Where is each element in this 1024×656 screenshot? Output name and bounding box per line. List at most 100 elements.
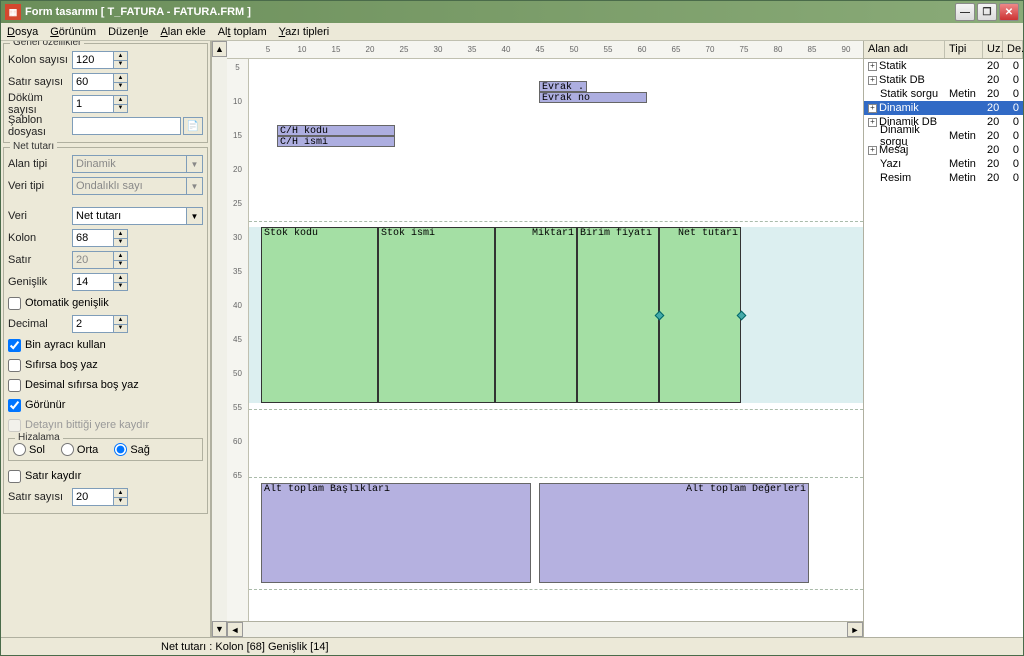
expand-icon[interactable]: + (868, 104, 877, 113)
sifirsa-check[interactable] (8, 359, 21, 372)
chevron-down-icon: ▼ (186, 178, 202, 194)
group-net-tutari: Net tutarı Alan tipiDinamik▼ Veri tipiOn… (3, 147, 208, 514)
maximize-button[interactable]: ❐ (977, 3, 997, 21)
satir-sayisi2-input[interactable]: 20 (72, 488, 114, 506)
horizontal-scrollbar[interactable]: ◄► (227, 621, 863, 637)
genislik-spin[interactable]: ▲▼ (114, 273, 128, 291)
field-type-row[interactable]: +Mesaj200 (864, 143, 1023, 157)
field-ch-kodu[interactable]: C/H kodu (277, 125, 395, 136)
veri-tipi-select: Ondalıklı sayı▼ (72, 177, 203, 195)
minimize-button[interactable]: — (955, 3, 975, 21)
field-type-row[interactable]: Statik sorguMetin200 (864, 87, 1023, 101)
field-type-row[interactable]: +Statik200 (864, 59, 1023, 73)
menu-dosya[interactable]: Dosya (7, 26, 38, 38)
menu-alan-ekle[interactable]: Alan ekle (160, 26, 205, 38)
kolon-sayisi-input[interactable]: 120 (72, 51, 114, 69)
field-evrak2[interactable]: Evrak no (539, 92, 647, 103)
otomatik-genislik-check[interactable] (8, 297, 21, 310)
align-sol-radio[interactable] (13, 443, 26, 456)
desimal-sifirsa-check[interactable] (8, 379, 21, 392)
properties-panel: Genel özellikler Kolon sayısı120▲▼ Satır… (1, 41, 211, 637)
dokum-sayisi-spin[interactable]: ▲▼ (114, 95, 128, 113)
kolon-sayisi-spin[interactable]: ▲▼ (114, 51, 128, 69)
expand-icon[interactable]: + (868, 62, 877, 71)
vertical-ruler: 5101520253035404550556065 (227, 59, 249, 621)
field-ch-ismi[interactable]: C/H ismi (277, 136, 395, 147)
field-alt-baslik[interactable]: Alt toplam Başlıkları (261, 483, 531, 583)
band-line (249, 589, 863, 590)
app-icon: ▦ (5, 4, 21, 20)
kolon-spin[interactable]: ▲▼ (114, 229, 128, 247)
veri-tipi-label: Veri tipi (8, 180, 72, 192)
col-stok-ismi[interactable]: Stok ismi (378, 227, 495, 403)
bin-ayraci-check[interactable] (8, 339, 21, 352)
satir-sayisi-input[interactable]: 60 (72, 73, 114, 91)
alan-tipi-select: Dinamik▼ (72, 155, 203, 173)
sablon-label: Şablon dosyası (8, 114, 72, 138)
satir-spin[interactable]: ▲▼ (114, 251, 128, 269)
menubar: Dosya Görünüm Düzenle Alan ekle Alt topl… (1, 23, 1023, 41)
band-line (249, 409, 863, 410)
statusbar: Net tutarı : Kolon [68] Genişlik [14] (1, 637, 1023, 655)
window-title: Form tasarımı [ T_FATURA - FATURA.FRM ] (25, 6, 955, 18)
col-miktar[interactable]: Miktar1 (495, 227, 577, 403)
field-type-row[interactable]: +Statik DB200 (864, 73, 1023, 87)
gorunur-check[interactable] (8, 399, 21, 412)
satir-sayisi-spin[interactable]: ▲▼ (114, 73, 128, 91)
bin-ayraci-label: Bin ayracı kullan (25, 339, 106, 351)
field-types-panel: Alan adı Tipi Uz. De. +Statik200+Statik … (863, 41, 1023, 637)
dokum-sayisi-input[interactable]: 1 (72, 95, 114, 113)
band-line (249, 477, 863, 478)
expand-icon[interactable]: + (868, 146, 877, 155)
menu-duzenle[interactable]: Düzenle (108, 26, 148, 38)
sablon-browse-button[interactable]: 📄 (183, 117, 203, 135)
decimal-spin[interactable]: ▲▼ (114, 315, 128, 333)
satir-sayisi-label: Satır sayısı (8, 76, 72, 88)
satir-sayisi2-label: Satır sayısı (8, 491, 72, 503)
satir-sayisi2-spin[interactable]: ▲▼ (114, 488, 128, 506)
satir-label: Satır (8, 254, 72, 266)
field-alt-deger[interactable]: Alt toplam Değerleri (539, 483, 809, 583)
satir-kaydir-label: Satır kaydır (25, 470, 81, 482)
field-evrak1[interactable]: Evrak ... (539, 81, 587, 92)
kolon-input[interactable]: 68 (72, 229, 114, 247)
field-type-row[interactable]: YazıMetin200 (864, 157, 1023, 171)
design-canvas[interactable]: Evrak ... Evrak no C/H kodu C/H ismi Sto… (249, 59, 863, 621)
menu-gorunum[interactable]: Görünüm (50, 26, 96, 38)
field-types-list[interactable]: +Statik200+Statik DB200Statik sorguMetin… (864, 59, 1023, 185)
decimal-label: Decimal (8, 318, 72, 330)
genislik-input[interactable]: 14 (72, 273, 114, 291)
horizontal-ruler: 5101520253035404550556065707580859095100… (227, 41, 863, 59)
veri-select[interactable]: Net tutarı▼ (72, 207, 203, 225)
field-types-header: Alan adı Tipi Uz. De. (864, 41, 1023, 59)
left-scrollbar[interactable]: ▲▼ (211, 41, 227, 637)
satir-kaydir-check[interactable] (8, 470, 21, 483)
field-type-row[interactable]: Dinamik sorguMetin200 (864, 129, 1023, 143)
satir-input: 20 (72, 251, 114, 269)
group-net-title: Net tutarı (10, 141, 57, 152)
chevron-down-icon[interactable]: ▼ (186, 208, 202, 224)
decimal-input[interactable]: 2 (72, 315, 114, 333)
col-stok-kodu[interactable]: Stok kodu (261, 227, 378, 403)
titlebar: ▦ Form tasarımı [ T_FATURA - FATURA.FRM … (1, 1, 1023, 23)
hizalama-title: Hizalama (15, 432, 63, 443)
align-sag-radio[interactable] (114, 443, 127, 456)
status-text: Net tutarı : Kolon [68] Genişlik [14] (161, 641, 329, 653)
hizalama-group: Hizalama Sol Orta Sağ (8, 438, 203, 461)
veri-label: Veri (8, 210, 72, 222)
expand-icon[interactable]: + (868, 76, 877, 85)
menu-yazi-tipleri[interactable]: Yazı tipleri (279, 26, 330, 38)
otomatik-genislik-label: Otomatik genişlik (25, 297, 109, 309)
align-orta-radio[interactable] (61, 443, 74, 456)
dokum-sayisi-label: Döküm sayısı (8, 92, 72, 116)
kolon-sayisi-label: Kolon sayısı (8, 54, 72, 66)
sablon-input[interactable] (72, 117, 181, 135)
field-type-row[interactable]: +Dinamik200 (864, 101, 1023, 115)
close-button[interactable]: ✕ (999, 3, 1019, 21)
menu-alt-toplam[interactable]: Alt toplam (218, 26, 267, 38)
col-net-tutari[interactable]: Net tutarı (659, 227, 741, 403)
field-type-row[interactable]: ResimMetin200 (864, 171, 1023, 185)
chevron-down-icon: ▼ (186, 156, 202, 172)
col-birim-fiyat[interactable]: Birim fiyatı 1 (577, 227, 659, 403)
group-general-title: Genel özellikler (10, 41, 84, 48)
